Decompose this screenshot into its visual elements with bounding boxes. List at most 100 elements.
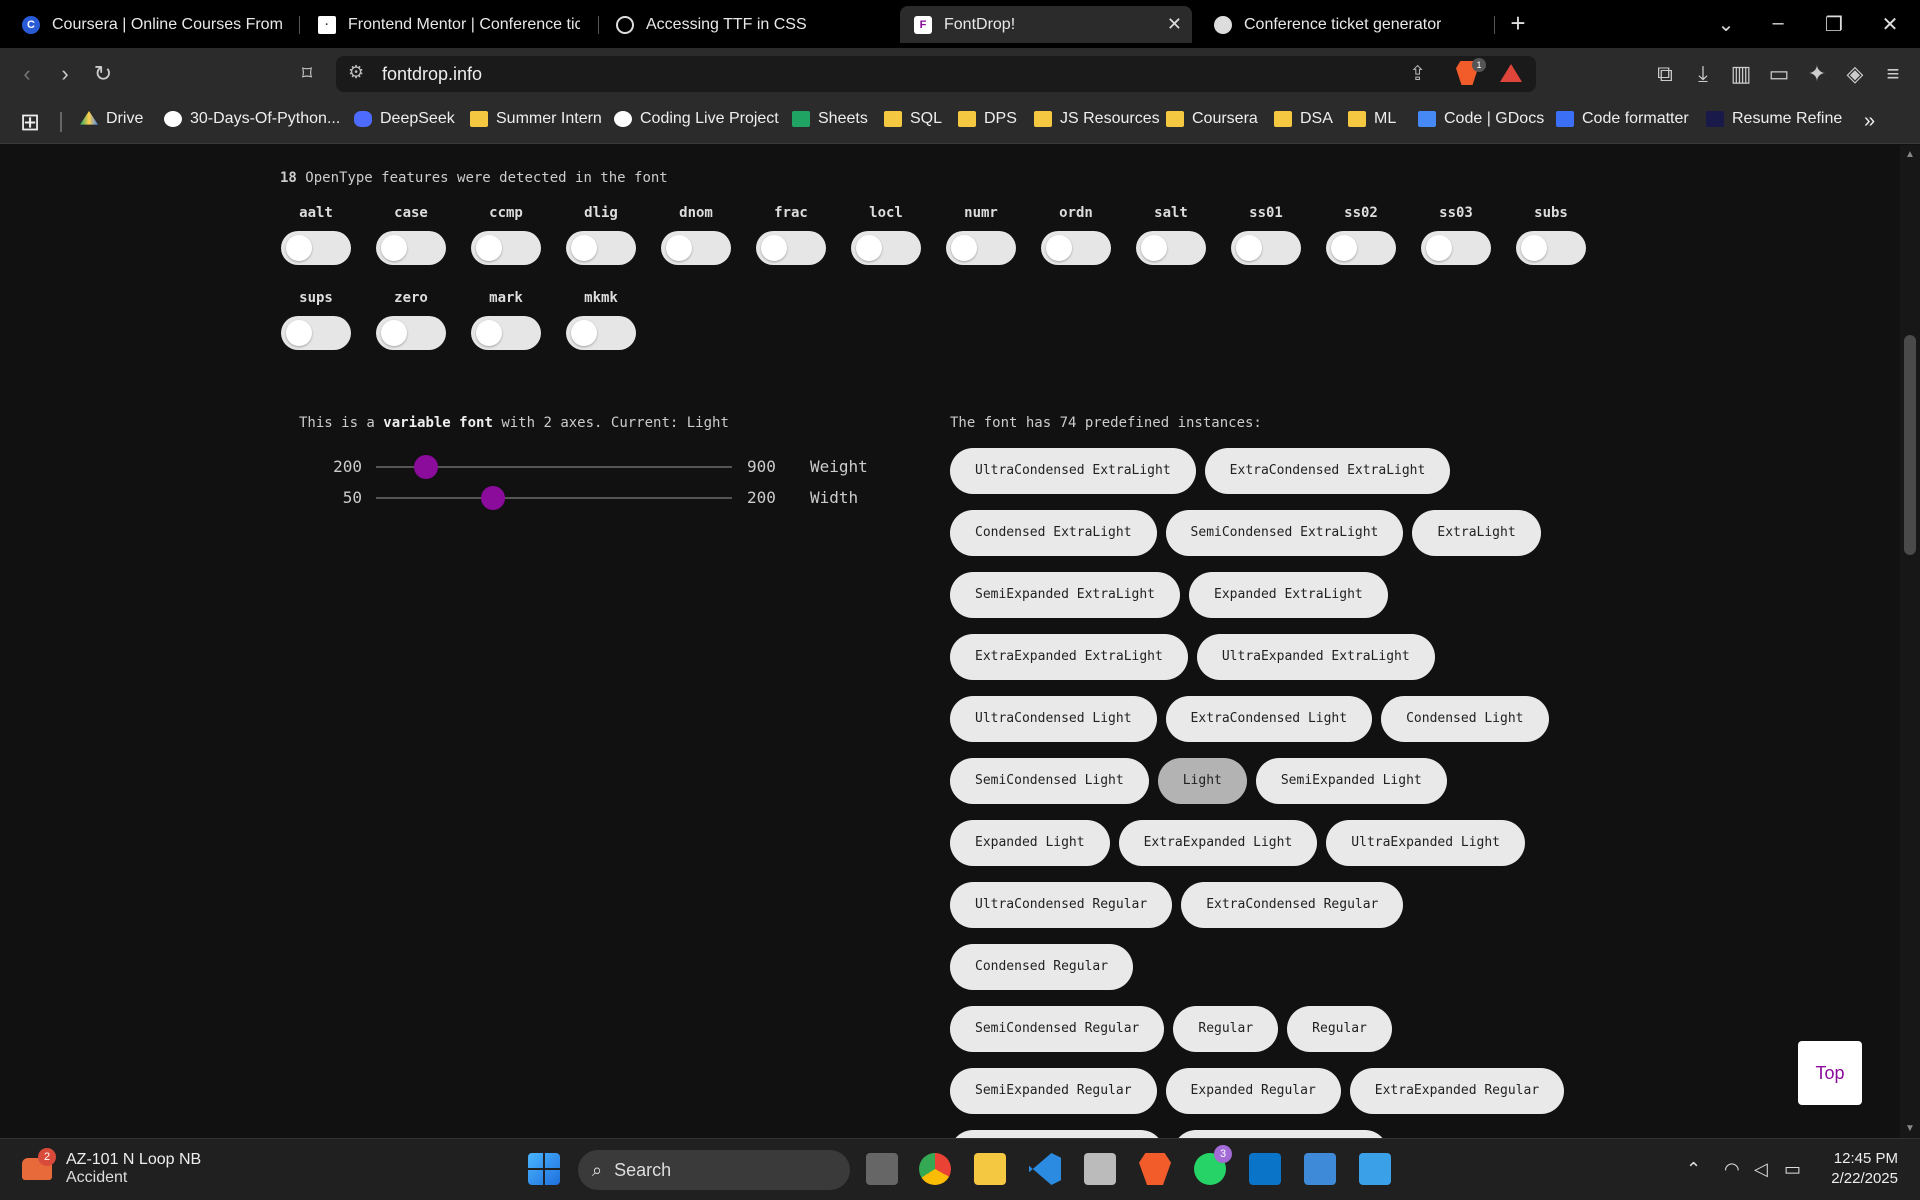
instance-button[interactable]: Expanded ExtraLight — [1189, 572, 1388, 618]
menu-icon[interactable]: ≡ — [1880, 62, 1906, 86]
instance-button[interactable]: Light — [1157, 758, 1247, 804]
feature-toggle[interactable] — [1326, 231, 1396, 265]
width-slider-thumb[interactable] — [481, 486, 506, 510]
reload-icon[interactable]: ↻ — [90, 62, 116, 86]
instance-button[interactable]: UltraExpanded ExtraLight — [1196, 634, 1435, 680]
bookmark-resume-refine[interactable]: Resume Refine — [1706, 110, 1842, 128]
instance-button[interactable]: Expanded Regular — [1165, 1068, 1341, 1114]
apps-grid-icon[interactable]: ⊞ — [20, 108, 40, 137]
back-to-top-button[interactable]: Top — [1798, 1041, 1862, 1105]
tab-fontdrop[interactable]: F FontDrop! ✕ — [900, 6, 1192, 43]
instance-button[interactable]: SemiExpanded Light — [1255, 758, 1447, 804]
weight-slider-thumb[interactable] — [413, 455, 438, 479]
feature-toggle[interactable] — [281, 316, 351, 350]
feature-toggle[interactable] — [851, 231, 921, 265]
windows-start-icon[interactable] — [528, 1153, 560, 1185]
forward-icon[interactable]: › — [52, 62, 78, 86]
feature-toggle[interactable] — [1041, 231, 1111, 265]
address-bar[interactable]: ⚙ fontdrop.info ⇪ 1 — [336, 56, 1536, 92]
feature-toggle[interactable] — [471, 316, 541, 350]
taskbar-search[interactable]: ⌕ Search — [578, 1150, 850, 1190]
task-view-icon[interactable] — [866, 1153, 898, 1185]
bookmark-deepseek[interactable]: DeepSeek — [354, 110, 455, 128]
notepad-icon[interactable] — [1359, 1153, 1391, 1185]
url-text[interactable]: fontdrop.info — [382, 64, 482, 85]
brave-taskbar-icon[interactable] — [1139, 1153, 1171, 1185]
wallet-icon[interactable]: ▭ — [1766, 62, 1792, 86]
vscode-icon[interactable] — [1029, 1153, 1061, 1185]
sidebar-icon[interactable]: ▥ — [1728, 62, 1754, 86]
width-slider-track[interactable] — [376, 497, 732, 499]
scroll-up-icon[interactable]: ▲ — [1905, 149, 1915, 160]
feature-toggle[interactable] — [566, 316, 636, 350]
feature-toggle[interactable] — [376, 316, 446, 350]
bookmark-sql[interactable]: SQL — [884, 110, 942, 128]
leo-ai-icon[interactable]: ✦ — [1804, 62, 1830, 86]
volume-icon[interactable]: ◁ — [1754, 1159, 1768, 1180]
extensions-icon[interactable]: ⧉ — [1652, 62, 1678, 86]
vpn-icon[interactable]: ◈ — [1842, 62, 1868, 86]
instance-button[interactable]: ExtraCondensed Regular — [1181, 882, 1404, 928]
instance-button[interactable]: UltraExpanded Regular — [950, 1130, 1165, 1138]
bookmark-summer-intern[interactable]: Summer Intern — [470, 110, 602, 128]
instance-button[interactable]: UltraExpanded Light — [1326, 820, 1526, 866]
share-icon[interactable]: ⇪ — [1409, 61, 1426, 86]
page-scrollbar[interactable]: ▲ ▼ — [1900, 145, 1920, 1138]
instance-button[interactable]: SemiCondensed Regular — [950, 1006, 1165, 1052]
instance-button[interactable]: SemiExpanded Regular — [950, 1068, 1157, 1114]
feature-toggle[interactable] — [661, 231, 731, 265]
instance-button[interactable]: Condensed ExtraLight — [950, 510, 1157, 556]
instance-button[interactable]: UltraCondensed Medium — [1173, 1130, 1388, 1138]
system-clock[interactable]: 12:45 PM 2/22/2025 — [1831, 1149, 1898, 1189]
battery-icon[interactable]: ▭ — [1784, 1159, 1801, 1180]
feature-toggle[interactable] — [376, 231, 446, 265]
close-tab-icon[interactable]: ✕ — [1167, 14, 1182, 35]
wifi-icon[interactable]: ◠ — [1724, 1159, 1740, 1180]
snipping-tool-icon[interactable] — [1084, 1153, 1116, 1185]
bookmark-dps[interactable]: DPS — [958, 110, 1017, 128]
download-icon[interactable]: ⤓ — [1690, 62, 1716, 86]
photos-icon[interactable] — [1304, 1153, 1336, 1185]
bookmark-js-resources[interactable]: JS Resources — [1034, 110, 1160, 128]
bookmark-icon[interactable]: ⌑ — [294, 62, 320, 86]
instance-button[interactable]: ExtraCondensed Light — [1165, 696, 1373, 742]
back-icon[interactable]: ‹ — [14, 62, 40, 86]
instance-button[interactable]: Condensed Light — [1381, 696, 1549, 742]
show-hidden-icons-chevron[interactable]: ⌃ — [1686, 1159, 1701, 1180]
bookmark-30-days-python[interactable]: 30-Days-Of-Python... — [164, 110, 340, 128]
restore-icon[interactable]: ❐ — [1822, 12, 1846, 37]
instance-button[interactable]: SemiCondensed Light — [950, 758, 1149, 804]
feature-toggle[interactable] — [566, 231, 636, 265]
bookmark-code-gdocs[interactable]: Code | GDocs — [1418, 110, 1544, 128]
tab-conference-ticket[interactable]: Conference ticket generator — [1200, 6, 1490, 43]
feature-toggle[interactable] — [1136, 231, 1206, 265]
new-tab-icon[interactable]: + — [1506, 8, 1530, 39]
minimize-icon[interactable]: – — [1766, 12, 1790, 35]
site-info-icon[interactable]: ⚙ — [348, 62, 364, 83]
instance-button[interactable]: ExtraExpanded Light — [1118, 820, 1318, 866]
tab-search-chevron-icon[interactable]: ⌄ — [1714, 12, 1738, 37]
tab-coursera[interactable]: C Coursera | Online Courses From Top — [8, 6, 298, 43]
whatsapp-icon[interactable]: 3 — [1194, 1145, 1232, 1185]
feature-toggle[interactable] — [1421, 231, 1491, 265]
brave-rewards-icon[interactable] — [1500, 64, 1522, 82]
dell-icon[interactable] — [1249, 1153, 1281, 1185]
tab-frontend-mentor[interactable]: · Frontend Mentor | Conference ticke — [304, 6, 594, 43]
instance-button[interactable]: ExtraLight — [1412, 510, 1541, 556]
instance-button[interactable]: UltraCondensed ExtraLight — [950, 448, 1196, 494]
feature-toggle[interactable] — [756, 231, 826, 265]
instance-button[interactable]: UltraCondensed Regular — [950, 882, 1173, 928]
instance-button[interactable]: Condensed Regular — [950, 944, 1134, 990]
file-explorer-icon[interactable] — [974, 1153, 1006, 1185]
chrome-icon[interactable] — [919, 1153, 951, 1185]
instance-button[interactable]: ExtraCondensed ExtraLight — [1204, 448, 1451, 494]
instance-button[interactable]: Regular — [1173, 1006, 1279, 1052]
feature-toggle[interactable] — [946, 231, 1016, 265]
close-window-icon[interactable]: ✕ — [1878, 12, 1902, 37]
bookmark-drive[interactable]: Drive — [80, 110, 143, 128]
scroll-down-icon[interactable]: ▼ — [1905, 1123, 1915, 1134]
bookmark-coding-live-project[interactable]: Coding Live Project — [614, 110, 779, 128]
feature-toggle[interactable] — [471, 231, 541, 265]
bookmark-coursera[interactable]: Coursera — [1166, 110, 1258, 128]
feature-toggle[interactable] — [1231, 231, 1301, 265]
